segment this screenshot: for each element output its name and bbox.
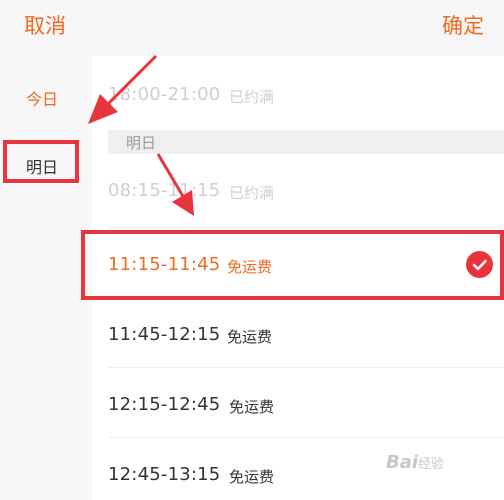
row-divider (108, 367, 504, 368)
watermark-text: 经验 (418, 457, 445, 472)
time-slot-row-selected[interactable]: 11:15-11:45 免运费 (81, 230, 504, 300)
day-sidebar: 今日 明日 (0, 56, 92, 500)
time-slot-list[interactable]: 18:00-21:00 已约满 明日 08:15-11:15 已约满 11:15… (81, 56, 504, 500)
time-slot-time: 11:45-12:15 (108, 324, 221, 345)
time-slot-time: 08:15-11:15 (108, 180, 221, 201)
time-slot-status: 已约满 (229, 88, 275, 106)
time-slot-row: 08:15-11:15 已约满 (92, 160, 504, 228)
time-slot-status: 免运费 (229, 468, 275, 486)
annotation-highlight-box (3, 140, 79, 183)
time-slot-status: 免运费 (229, 398, 275, 416)
day-section-header: 明日 (108, 130, 504, 154)
row-divider (108, 437, 504, 438)
confirm-button[interactable]: 确定 (442, 10, 484, 40)
time-slot-row[interactable]: 12:15-12:45 免运费 (92, 370, 504, 438)
time-slot-status: 已约满 (229, 184, 275, 202)
time-slot-time: 12:45-13:15 (108, 464, 221, 485)
time-slot-status: 免运费 (227, 328, 273, 346)
row-divider (108, 227, 504, 228)
time-slot-time: 18:00-21:00 (108, 84, 221, 105)
time-slot-row: 18:00-21:00 已约满 (92, 70, 504, 138)
day-section-label: 明日 (126, 134, 157, 152)
picker-header: 取消 确定 (0, 0, 504, 56)
time-slot-row[interactable]: 11:45-12:15 免运费 (92, 300, 504, 368)
time-slot-time: 12:15-12:45 (108, 394, 221, 415)
sidebar-item-today[interactable]: 今日 (0, 86, 88, 110)
cancel-button[interactable]: 取消 (24, 10, 66, 40)
watermark-logo: Bai经验 (386, 452, 444, 473)
annotation-highlight-box (81, 230, 504, 300)
watermark-brand: Bai (386, 452, 419, 473)
